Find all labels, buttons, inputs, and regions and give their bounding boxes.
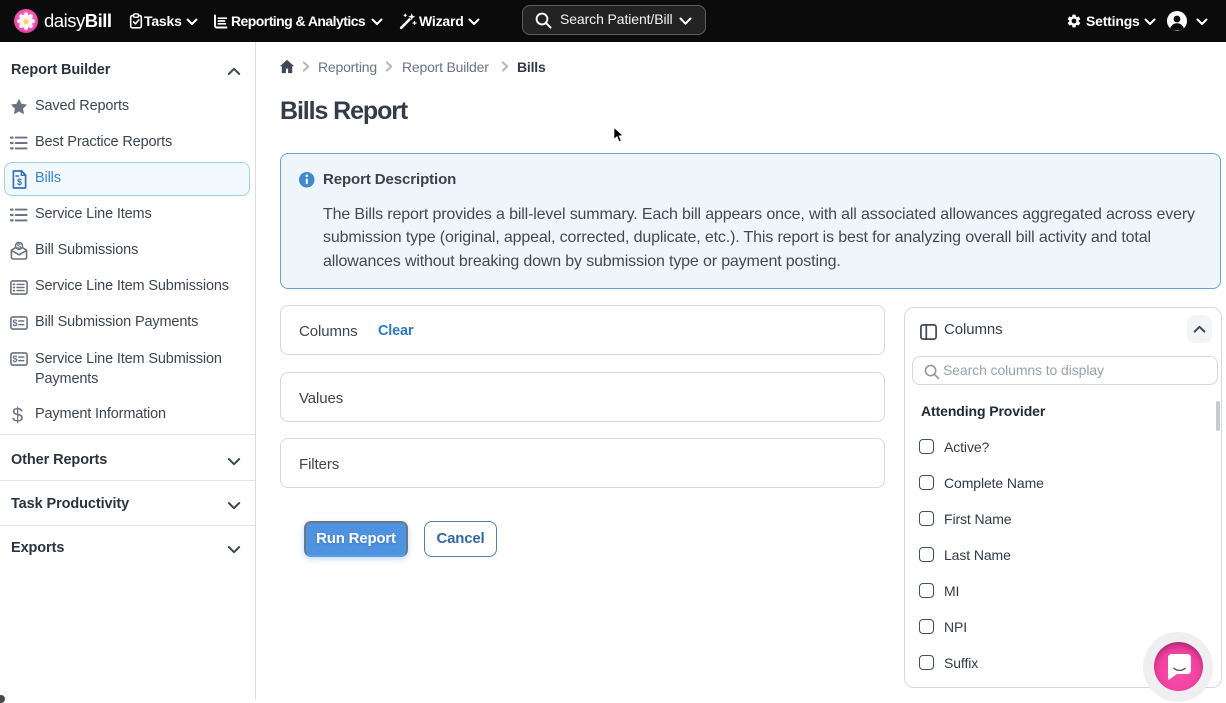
svg-text:$: $ (12, 354, 17, 364)
svg-text:$: $ (12, 318, 17, 328)
svg-text:$: $ (17, 177, 22, 187)
